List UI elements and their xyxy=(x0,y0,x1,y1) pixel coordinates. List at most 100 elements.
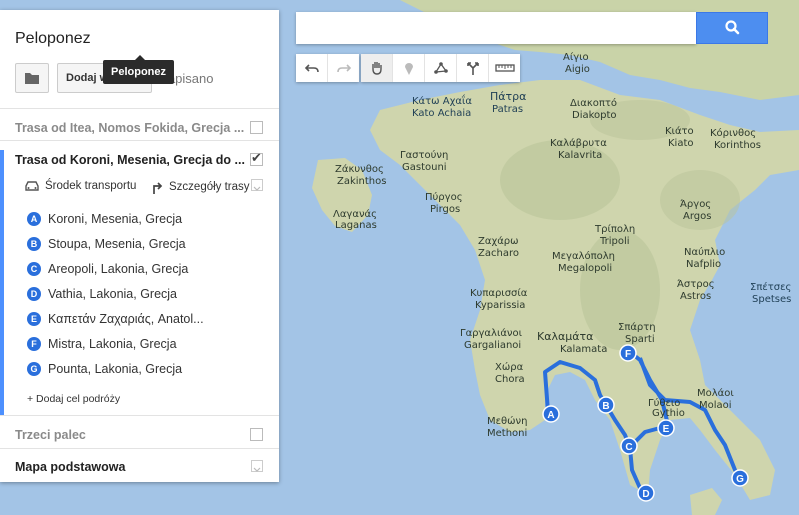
draw-line-icon xyxy=(433,62,448,74)
map-marker-d[interactable]: D xyxy=(637,484,655,502)
divider xyxy=(0,108,279,109)
ruler-icon xyxy=(494,64,515,72)
map-label: Astros xyxy=(680,291,711,302)
map-label: Kiato xyxy=(668,138,694,149)
redo-button[interactable] xyxy=(328,54,359,82)
map-label: Ναύπλιο xyxy=(684,246,725,258)
divider xyxy=(0,140,279,141)
open-map-button[interactable] xyxy=(15,63,49,93)
map-label: Κυπαρισσία xyxy=(470,287,528,299)
map-marker-c[interactable]: C xyxy=(620,437,638,455)
waypoint-label: Koroni, Mesenia, Grecja xyxy=(48,212,183,226)
waypoint-d[interactable]: D Vathia, Lakonia, Grecja xyxy=(27,287,177,301)
search-button[interactable] xyxy=(696,12,768,44)
map-label: Spetses xyxy=(752,294,791,305)
turn-arrow-icon xyxy=(153,182,163,194)
map-label: Zakinthos xyxy=(337,176,386,187)
map-label: Chora xyxy=(495,374,525,385)
marker-badge-g: G xyxy=(27,362,41,376)
map-label: Aigio xyxy=(565,64,590,75)
map-label: Γαργαλιάνοι xyxy=(460,327,523,339)
map-marker-e[interactable]: E xyxy=(657,419,675,437)
waypoint-label: Καπετάν Ζαχαριάς, Anatol... xyxy=(48,312,204,326)
layer-title-2[interactable]: Trasa od Koroni, Mesenia, Grecja do ... xyxy=(15,153,245,167)
marker-badge-f: F xyxy=(27,337,41,351)
marker-badge-d: D xyxy=(27,287,41,301)
map-label: Μολάοι xyxy=(697,387,734,399)
map-label: Κάτω Αχαΐα xyxy=(412,93,472,107)
folder-icon xyxy=(25,73,39,84)
map-title[interactable]: Peloponez xyxy=(15,30,91,48)
map-marker-f[interactable]: F xyxy=(619,344,637,362)
map-label: Μεθώνη xyxy=(487,415,527,427)
add-marker-button[interactable] xyxy=(393,54,425,82)
waypoint-label: Areopoli, Lakonia, Grecja xyxy=(48,262,189,276)
layer-title-3[interactable]: Trzeci palec xyxy=(15,428,86,442)
layer-checkbox-2[interactable] xyxy=(250,150,263,166)
map-label: Γαστούνη xyxy=(400,149,448,161)
waypoint-a[interactable]: A Koroni, Mesenia, Grecja xyxy=(27,212,182,226)
waypoint-b[interactable]: B Stoupa, Mesenia, Grecja xyxy=(27,237,186,251)
measure-button[interactable] xyxy=(489,54,520,82)
add-destination-link[interactable]: + Dodaj cel podróży xyxy=(27,393,120,405)
map-label: Gythio xyxy=(652,408,685,419)
layer-title-1[interactable]: Trasa od Itea, Nomos Fokida, Grecja ... xyxy=(15,121,244,135)
pan-tool-button[interactable] xyxy=(361,54,393,82)
map-label: Σπέτσες xyxy=(750,281,791,293)
layer-checkbox-1[interactable] xyxy=(250,121,263,134)
layers-panel: Peloponez Dodaj warstwę Peloponez Zapisa… xyxy=(0,10,279,482)
search-input[interactable] xyxy=(296,12,696,44)
route-details-label: Szczegóły trasy xyxy=(169,181,250,193)
svg-text:C: C xyxy=(625,442,632,453)
map-label: Χώρα xyxy=(495,361,524,373)
map-label: Kato Achaia xyxy=(412,108,471,119)
map-marker-b[interactable]: B xyxy=(597,396,615,414)
layer-checkbox-3[interactable] xyxy=(250,428,263,441)
draw-line-button[interactable] xyxy=(425,54,457,82)
undo-icon xyxy=(304,64,319,73)
route-details-button[interactable]: Szczegóły trasy xyxy=(152,180,250,194)
map-label: Σπάρτη xyxy=(618,321,656,333)
map-label: Πύργος xyxy=(425,191,463,203)
undo-button[interactable] xyxy=(296,54,328,82)
map-label: Zacharo xyxy=(478,248,519,259)
tooltip: Peloponez xyxy=(103,55,175,84)
map-label: Methoni xyxy=(487,428,527,439)
chevron-down-icon xyxy=(253,186,261,191)
waypoint-e[interactable]: E Καπετάν Ζαχαριάς, Anatol... xyxy=(27,312,204,326)
map-marker-g[interactable]: G xyxy=(731,469,749,487)
hand-icon xyxy=(371,62,382,75)
map-label: Τρίπολη xyxy=(594,223,635,235)
map-label: Kalavrita xyxy=(558,150,602,161)
map-marker-a[interactable]: A xyxy=(542,405,560,423)
map-label: Άστρος xyxy=(677,278,715,290)
route-options-dropdown[interactable] xyxy=(251,179,263,191)
map-label: Καλάβρυτα xyxy=(550,137,607,149)
active-layer-indicator xyxy=(0,150,4,415)
waypoint-label: Stoupa, Mesenia, Grecja xyxy=(48,237,186,251)
transport-mode-button[interactable]: Środek transportu xyxy=(24,180,136,192)
map-label: Kyparissia xyxy=(475,300,525,311)
marker-badge-a: A xyxy=(27,212,41,226)
base-map-title[interactable]: Mapa podstawowa xyxy=(15,460,125,474)
map-label: Korinthos xyxy=(714,140,761,151)
waypoint-f[interactable]: F Mistra, Lakonia, Grecja xyxy=(27,337,177,351)
map-label: Κιάτο xyxy=(665,125,694,137)
svg-text:E: E xyxy=(663,424,670,435)
map-label: Λαγανάς xyxy=(333,208,377,220)
map-label: Ζάκυνθος xyxy=(335,163,384,175)
map-label: Molaoi xyxy=(699,400,732,411)
svg-text:D: D xyxy=(642,489,649,500)
add-directions-button[interactable] xyxy=(457,54,489,82)
waypoint-c[interactable]: C Areopoli, Lakonia, Grecja xyxy=(27,262,188,276)
history-toolbar xyxy=(296,54,359,82)
waypoint-g[interactable]: G Pounta, Lakonia, Grecja xyxy=(27,362,182,376)
waypoint-label: Mistra, Lakonia, Grecja xyxy=(48,337,177,351)
search-icon xyxy=(725,20,740,35)
map-label: Nafplio xyxy=(686,259,721,270)
map-label: Gastouni xyxy=(402,162,447,173)
base-map-dropdown[interactable] xyxy=(251,460,263,472)
map-label: Αίγιο xyxy=(563,51,589,63)
marker-badge-c: C xyxy=(27,262,41,276)
map-label: Laganas xyxy=(335,220,377,231)
